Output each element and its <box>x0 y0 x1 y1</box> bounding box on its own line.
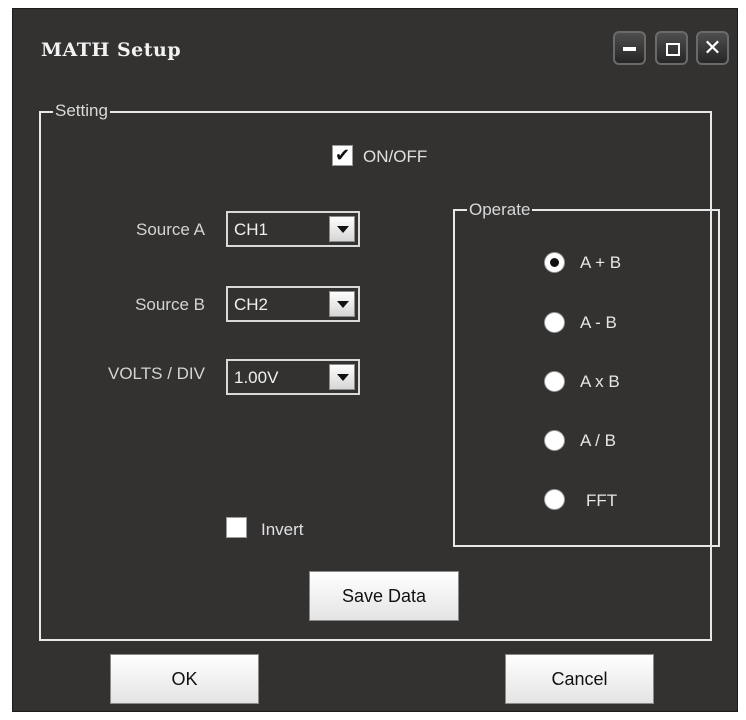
volts-div-select[interactable]: 1.00V <box>226 359 360 395</box>
volts-div-label: VOLTS / DIV <box>108 364 205 383</box>
close-button[interactable]: ✕ <box>696 31 729 65</box>
radio-a-times-b-label: A x B <box>580 372 620 391</box>
operate-group-label: Operate <box>467 200 533 220</box>
radio-a-plus-b[interactable] <box>544 252 565 273</box>
cancel-button[interactable]: Cancel <box>505 654 654 704</box>
ok-button[interactable]: OK <box>110 654 259 704</box>
chevron-down-icon[interactable] <box>329 364 355 390</box>
source-a-select[interactable]: CH1 <box>226 211 360 247</box>
setting-group-label: Setting <box>53 101 110 121</box>
invert-checkbox[interactable] <box>226 517 247 538</box>
dialog-title: MATH Setup <box>41 39 182 61</box>
radio-a-minus-b[interactable] <box>544 312 565 333</box>
radio-a-minus-b-label: A - B <box>580 313 617 332</box>
title-bar: MATH Setup ✕ <box>13 9 737 85</box>
source-a-value: CH1 <box>234 220 269 239</box>
radio-a-plus-b-label: A + B <box>580 253 622 272</box>
chevron-down-icon[interactable] <box>329 216 355 242</box>
radio-fft-label: FFT <box>586 491 618 510</box>
save-data-button[interactable]: Save Data <box>309 571 459 621</box>
math-setup-dialog: MATH Setup ✕ Setting ✔ ON/OFF Source A C… <box>12 8 738 712</box>
source-b-select[interactable]: CH2 <box>226 286 360 322</box>
radio-a-times-b[interactable] <box>544 371 565 392</box>
radio-fft[interactable] <box>544 489 565 510</box>
chevron-down-icon[interactable] <box>329 291 355 317</box>
onoff-checkbox[interactable]: ✔ <box>332 145 353 166</box>
maximize-button[interactable] <box>655 31 688 65</box>
volts-div-value: 1.00V <box>234 368 279 387</box>
radio-a-div-b-label: A / B <box>580 431 616 450</box>
onoff-label: ON/OFF <box>363 147 428 166</box>
source-b-label: Source B <box>135 295 205 314</box>
source-b-value: CH2 <box>234 295 269 314</box>
invert-label: Invert <box>261 520 304 539</box>
radio-a-div-b[interactable] <box>544 430 565 451</box>
source-a-label: Source A <box>136 220 205 239</box>
minimize-button[interactable] <box>613 31 646 65</box>
